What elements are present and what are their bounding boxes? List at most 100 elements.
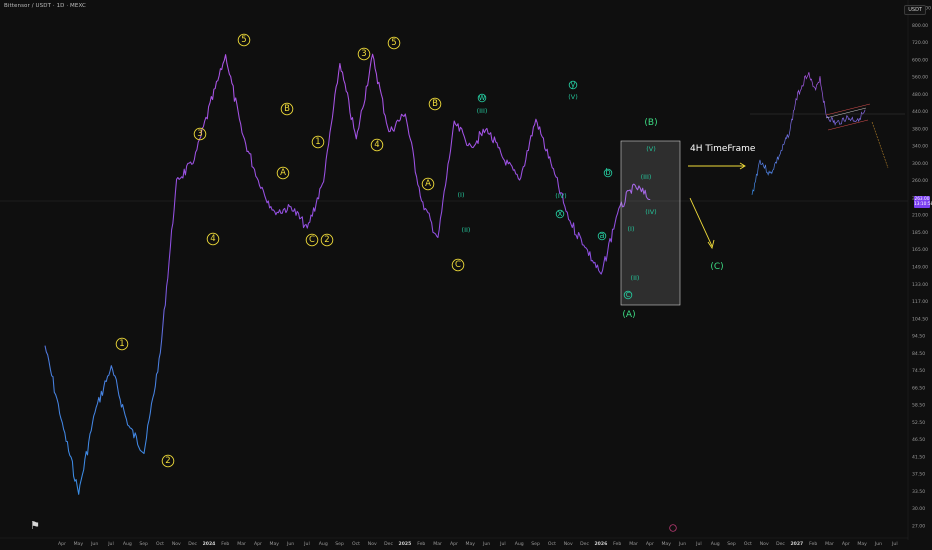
x-tick-label: Oct [156, 541, 164, 547]
x-tick-label: Jul [695, 541, 702, 547]
wave-label: w [479, 93, 486, 103]
y-tick-label: 46.50 [912, 437, 925, 443]
y-tick-label: 41.50 [912, 454, 925, 460]
y-tick-label: 37.50 [912, 472, 925, 478]
x-tick-label: Apr [58, 541, 66, 547]
x-tick-label: May [857, 541, 867, 547]
x-tick-label: Dec [188, 541, 197, 547]
wave-label: c [626, 290, 631, 300]
x-tick-label: Dec [776, 541, 785, 547]
tradingview-logo-icon[interactable]: ⚑ [30, 519, 40, 532]
projection-arrow [689, 197, 713, 247]
wave-label: (IV) [555, 192, 566, 200]
y-tick-label: 340.00 [912, 144, 928, 150]
wave-label: (I) [458, 191, 465, 199]
y-tick-label: 149.00 [912, 265, 928, 271]
wave-label: 1 [119, 339, 124, 349]
y-tick-label: 800.00 [912, 23, 928, 29]
price-chart[interactable]: 4H TimeFrame 1000.00800.00720.00600.0056… [0, 0, 932, 550]
wave-label: (III) [477, 107, 488, 115]
y-tick-label: 52.50 [912, 420, 925, 426]
wave-label: 5 [241, 35, 246, 45]
wave-label: A [425, 179, 431, 189]
x-tick-label: Aug [515, 541, 524, 547]
x-tick-label: Apr [646, 541, 654, 547]
wave-label: 5 [391, 38, 396, 48]
wave-label: C [309, 235, 315, 245]
x-tick-label: Aug [123, 541, 132, 547]
x-tick-label: Oct [352, 541, 360, 547]
y-tick-label: 133.00 [912, 282, 928, 288]
x-tick-label: Apr [450, 541, 458, 547]
x-tick-label: Feb [221, 541, 229, 547]
wave-label: 4 [210, 234, 215, 244]
currency-unit-button[interactable]: USDT [904, 5, 926, 15]
wave-label: x [557, 209, 562, 219]
x-tick-label: Feb [809, 541, 817, 547]
timeframe-annotation: 4H TimeFrame [690, 144, 756, 154]
time-axis-marker [669, 524, 677, 532]
x-tick-label: Jun [286, 541, 294, 547]
wave-label: A [280, 168, 286, 178]
y-tick-label: 185.00 [912, 230, 928, 236]
y-tick-label: 720.00 [912, 40, 928, 46]
wave-label: (IV) [645, 208, 656, 216]
wave-label: a [599, 231, 604, 241]
x-tick-label: Mar [629, 541, 638, 547]
wave-label: (V) [568, 93, 578, 101]
wave-label: (II) [462, 226, 471, 234]
x-tick-label: Jun [482, 541, 490, 547]
x-tick-label: Nov [760, 541, 769, 547]
y-tick-label: 27.00 [912, 524, 925, 530]
x-tick-label: Aug [711, 541, 720, 547]
y-tick-label: 440.00 [912, 109, 928, 115]
wave-label: (A) [622, 310, 635, 320]
x-tick-label: Oct [744, 541, 752, 547]
x-tick-label: 2027 [790, 541, 803, 547]
x-tick-label: Jun [90, 541, 98, 547]
x-tick-label: Apr [842, 541, 850, 547]
y-tick-label: 560.00 [912, 75, 928, 81]
y-tick-label: 380.00 [912, 126, 928, 132]
y-tick-label: 165.00 [912, 247, 928, 253]
x-tick-label: Dec [580, 541, 589, 547]
x-tick-label: Oct [548, 541, 556, 547]
x-tick-label: Mar [825, 541, 834, 547]
y-tick-label: 84.50 [912, 351, 925, 357]
wave-label: 1 [315, 137, 320, 147]
wave-label: (V) [646, 145, 656, 153]
bar-countdown: 13:10:58 [914, 202, 932, 207]
y-tick-label: 210.00 [912, 213, 928, 219]
x-tick-label: 2025 [399, 541, 412, 547]
y-tick-label: 74.50 [912, 368, 925, 374]
x-tick-label: Aug [319, 541, 328, 547]
x-tick-label: Jul [303, 541, 310, 547]
x-tick-label: Feb [613, 541, 621, 547]
price-series-line [44, 53, 651, 495]
x-tick-label: Sep [727, 541, 736, 547]
y-tick-label: 480.00 [912, 92, 928, 98]
wave-label: B [284, 104, 290, 114]
price-axis: 1000.00800.00720.00600.00560.00480.00440… [912, 6, 931, 530]
wave-label: 2 [165, 456, 170, 466]
x-tick-label: Dec [384, 541, 393, 547]
y-tick-label: 117.00 [912, 299, 928, 305]
wave-label: 2 [324, 235, 329, 245]
x-tick-label: May [74, 541, 84, 547]
wave-label: y [570, 80, 575, 90]
x-tick-label: Jul [891, 541, 898, 547]
y-tick-label: 66.50 [912, 385, 925, 391]
x-tick-label: Apr [254, 541, 262, 547]
x-tick-label: May [466, 541, 476, 547]
x-tick-label: May [661, 541, 671, 547]
y-tick-label: 260.00 [912, 178, 928, 184]
time-axis: Apr May Jun Jul Aug Sep Oct Nov Dec 2024 Feb Mar Apr… [58, 541, 898, 547]
x-tick-label: 2026 [594, 541, 607, 547]
wave-label: (C) [710, 262, 723, 272]
inset-price-line [751, 72, 866, 195]
y-tick-label: 33.50 [912, 489, 925, 495]
wave-label: (B) [644, 118, 657, 128]
x-tick-label: Nov [172, 541, 181, 547]
x-tick-label: Feb [417, 541, 425, 547]
x-tick-label: Mar [237, 541, 246, 547]
